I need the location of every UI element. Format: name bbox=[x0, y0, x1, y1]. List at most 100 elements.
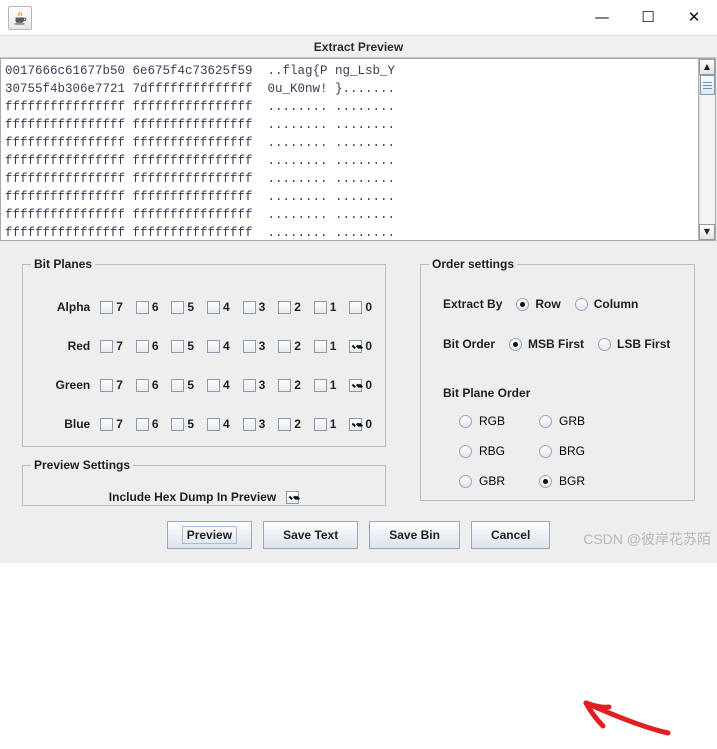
bit-checkbox-alpha-1[interactable]: 1 bbox=[313, 300, 350, 314]
bit-number-label: 2 bbox=[294, 339, 301, 353]
checkbox-icon[interactable] bbox=[278, 378, 292, 392]
radio-extract-column[interactable]: Column bbox=[574, 297, 638, 311]
checkbox-icon[interactable] bbox=[100, 339, 114, 353]
checkbox-icon[interactable] bbox=[313, 339, 327, 353]
scroll-up-button[interactable]: ▲ bbox=[699, 59, 715, 75]
bit-checkbox-green-4[interactable]: 4 bbox=[207, 378, 243, 392]
bit-checkbox-alpha-5[interactable]: 5 bbox=[171, 300, 207, 314]
bit-checkbox-alpha-7[interactable]: 7 bbox=[100, 300, 136, 314]
bit-checkbox-green-6[interactable]: 6 bbox=[135, 378, 172, 392]
include-hex-dump-checkbox[interactable] bbox=[286, 490, 300, 504]
bit-checkbox-blue-3[interactable]: 3 bbox=[242, 417, 279, 431]
scrollbar-thumb[interactable] bbox=[700, 75, 715, 95]
checkbox-icon[interactable] bbox=[349, 417, 363, 431]
checkbox-icon[interactable] bbox=[135, 378, 149, 392]
radio-bit-plane-order-gbr[interactable]: GBR bbox=[459, 474, 505, 488]
checkbox-icon[interactable] bbox=[171, 300, 185, 314]
checkbox-icon[interactable] bbox=[349, 300, 363, 314]
hex-dump-text[interactable]: 0017666c61677b50 6e675f4c73625f59 ..flag… bbox=[1, 59, 698, 240]
hex-dump-preview[interactable]: 0017666c61677b50 6e675f4c73625f59 ..flag… bbox=[0, 58, 716, 241]
bit-checkbox-red-1[interactable]: 1 bbox=[313, 339, 350, 353]
bit-checkbox-red-3[interactable]: 3 bbox=[242, 339, 279, 353]
bit-checkbox-red-2[interactable]: 2 bbox=[278, 339, 314, 353]
bit-checkbox-alpha-4[interactable]: 4 bbox=[207, 300, 243, 314]
close-button[interactable]: ✕ bbox=[671, 0, 717, 35]
checkbox-icon[interactable] bbox=[242, 378, 256, 392]
bit-checkbox-blue-1[interactable]: 1 bbox=[313, 417, 350, 431]
page-title: Extract Preview bbox=[313, 39, 404, 54]
bit-checkbox-green-3[interactable]: 3 bbox=[242, 378, 279, 392]
radio-bit-plane-order-bgr[interactable]: BGR bbox=[539, 474, 585, 488]
minimize-button[interactable]: — bbox=[579, 0, 625, 35]
checkbox-icon[interactable] bbox=[135, 300, 149, 314]
scroll-down-button[interactable]: ▼ bbox=[699, 224, 715, 240]
bit-checkbox-alpha-2[interactable]: 2 bbox=[278, 300, 314, 314]
bit-checkbox-green-0[interactable]: 0 bbox=[349, 378, 385, 392]
include-hex-dump-row[interactable]: Include Hex Dump In Preview bbox=[23, 490, 385, 504]
checkbox-icon[interactable] bbox=[242, 339, 256, 353]
checkbox-icon[interactable] bbox=[278, 417, 292, 431]
cancel-button[interactable]: Cancel bbox=[470, 521, 551, 549]
checkbox-icon[interactable] bbox=[207, 378, 221, 392]
maximize-button[interactable]: ☐ bbox=[625, 0, 671, 35]
radio-bit-plane-order-rbg[interactable]: RBG bbox=[459, 444, 505, 458]
bit-checkbox-red-7[interactable]: 7 bbox=[100, 339, 136, 353]
checkbox-icon[interactable] bbox=[100, 300, 114, 314]
bit-checkbox-blue-2[interactable]: 2 bbox=[278, 417, 314, 431]
checkbox-icon[interactable] bbox=[242, 300, 256, 314]
bit-checkbox-red-0[interactable]: 0 bbox=[349, 339, 385, 353]
radio-lsb-first[interactable]: LSB First bbox=[598, 337, 670, 351]
checkbox-icon[interactable] bbox=[207, 300, 221, 314]
bit-checkbox-red-4[interactable]: 4 bbox=[207, 339, 243, 353]
radio-bit-plane-order-brg[interactable]: BRG bbox=[539, 444, 585, 458]
scrollbar-track[interactable] bbox=[699, 75, 715, 224]
window-controls: — ☐ ✕ bbox=[579, 0, 717, 35]
checkbox-icon[interactable] bbox=[171, 417, 185, 431]
checkbox-icon[interactable] bbox=[135, 339, 149, 353]
bit-checkbox-green-2[interactable]: 2 bbox=[278, 378, 314, 392]
checkbox-icon[interactable] bbox=[313, 417, 327, 431]
bit-checkbox-red-6[interactable]: 6 bbox=[135, 339, 172, 353]
bit-checkbox-blue-7[interactable]: 7 bbox=[100, 417, 136, 431]
save-bin-button[interactable]: Save Bin bbox=[369, 521, 460, 549]
bit-checkbox-green-7[interactable]: 7 bbox=[100, 378, 136, 392]
bit-checkbox-blue-4[interactable]: 4 bbox=[207, 417, 243, 431]
checkbox-icon[interactable] bbox=[313, 300, 327, 314]
checkbox-icon[interactable] bbox=[171, 339, 185, 353]
vertical-scrollbar[interactable]: ▲ ▼ bbox=[698, 59, 715, 240]
radio-icon[interactable] bbox=[539, 474, 552, 488]
radio-icon[interactable] bbox=[459, 414, 472, 428]
bit-checkbox-green-1[interactable]: 1 bbox=[313, 378, 350, 392]
checkbox-icon[interactable] bbox=[313, 378, 327, 392]
bit-checkbox-blue-0[interactable]: 0 bbox=[349, 417, 385, 431]
bit-checkbox-blue-5[interactable]: 5 bbox=[171, 417, 207, 431]
checkbox-icon[interactable] bbox=[207, 339, 221, 353]
radio-bit-plane-order-grb[interactable]: GRB bbox=[539, 414, 585, 428]
checkbox-icon[interactable] bbox=[135, 417, 149, 431]
bit-checkbox-red-5[interactable]: 5 bbox=[171, 339, 207, 353]
radio-icon[interactable] bbox=[459, 474, 472, 488]
checkbox-icon[interactable] bbox=[349, 378, 363, 392]
checkbox-icon[interactable] bbox=[278, 300, 292, 314]
radio-icon[interactable] bbox=[539, 444, 552, 458]
bit-plane-channel-label: Green bbox=[55, 378, 91, 392]
radio-bit-plane-order-rgb[interactable]: RGB bbox=[459, 414, 505, 428]
checkbox-icon[interactable] bbox=[242, 417, 256, 431]
bit-checkbox-blue-6[interactable]: 6 bbox=[135, 417, 172, 431]
checkbox-icon[interactable] bbox=[349, 339, 363, 353]
radio-msb-first[interactable]: MSB First bbox=[509, 337, 584, 351]
bit-checkbox-alpha-3[interactable]: 3 bbox=[242, 300, 279, 314]
checkbox-icon[interactable] bbox=[100, 417, 114, 431]
bit-checkbox-alpha-6[interactable]: 6 bbox=[135, 300, 172, 314]
checkbox-icon[interactable] bbox=[278, 339, 292, 353]
checkbox-icon[interactable] bbox=[100, 378, 114, 392]
preview-button[interactable]: Preview bbox=[166, 521, 253, 549]
checkbox-icon[interactable] bbox=[171, 378, 185, 392]
radio-icon[interactable] bbox=[459, 444, 472, 458]
bit-checkbox-alpha-0[interactable]: 0 bbox=[349, 300, 385, 314]
bit-checkbox-green-5[interactable]: 5 bbox=[171, 378, 207, 392]
checkbox-icon[interactable] bbox=[207, 417, 221, 431]
radio-icon[interactable] bbox=[539, 414, 552, 428]
radio-extract-row[interactable]: Row bbox=[516, 297, 561, 311]
save-text-button[interactable]: Save Text bbox=[263, 521, 359, 549]
